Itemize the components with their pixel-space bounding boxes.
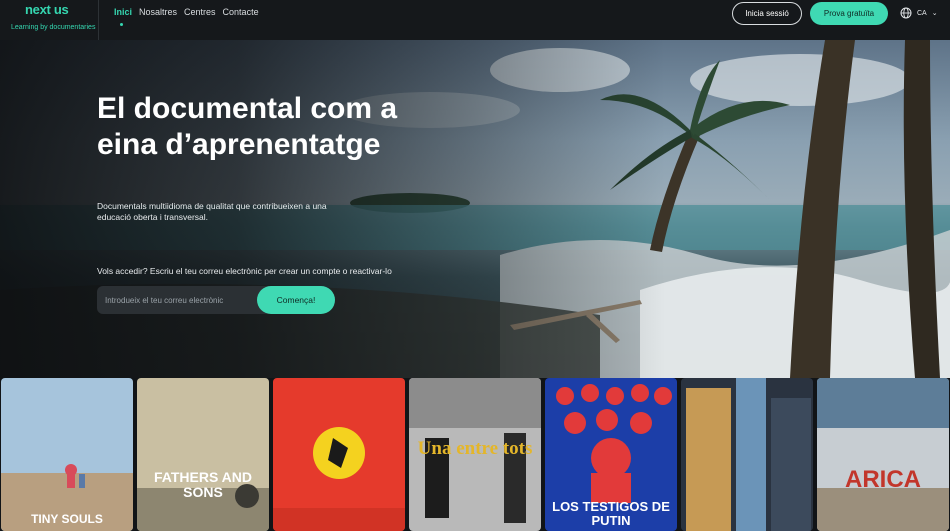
poster-title: Una entre tots xyxy=(417,438,533,459)
poster-una-entre-tots[interactable]: Una entre tots xyxy=(409,378,541,531)
menu-item-inici[interactable]: Inici xyxy=(114,7,132,17)
poster-art xyxy=(137,378,269,531)
language-code: CA xyxy=(917,9,927,17)
poster-art xyxy=(273,378,405,531)
nav-divider xyxy=(98,0,99,40)
poster-arica[interactable]: ARICA xyxy=(817,378,949,531)
login-button[interactable]: Inicia sessió xyxy=(732,2,802,25)
poster-title: ARICA xyxy=(845,466,921,493)
brand-tagline: Learning by documentaries xyxy=(11,24,96,31)
start-button[interactable]: Comença! xyxy=(257,286,335,314)
menu-item-nosaltres[interactable]: Nosaltres xyxy=(139,7,177,17)
poster-title: LOS TESTIGOS DE PUTIN xyxy=(552,499,670,528)
poster-title: TINY SOULS xyxy=(31,512,103,526)
top-navigation: next us Learning by documentaries Inici … xyxy=(0,0,950,40)
chevron-down-icon: ⌄ xyxy=(931,10,938,17)
active-indicator xyxy=(120,23,123,26)
signup-prompt: Vols accedir? Escriu el teu correu elect… xyxy=(97,266,392,276)
poster-art xyxy=(681,378,813,531)
brand-name: next us xyxy=(25,2,69,17)
poster-fathers-and-sons[interactable]: FATHERS AND SONS xyxy=(137,378,269,531)
poster-title: FATHERS AND SONS xyxy=(154,469,252,500)
documentary-carousel: TINY SOULS FATHERS AND SONS Una entre to… xyxy=(0,378,950,531)
menu-item-contacte[interactable]: Contacte xyxy=(223,7,259,17)
hero-section: El documental com a eina d’aprenentatge … xyxy=(0,40,950,378)
hero-subtitle: Documentals multiidioma de qualitat que … xyxy=(97,201,327,222)
hero-title: El documental com a eina d’aprenentatge xyxy=(97,92,398,161)
globe-icon xyxy=(900,7,912,19)
free-trial-button[interactable]: Prova gratuïta xyxy=(810,2,888,25)
brand-logo[interactable]: next us Learning by documentaries xyxy=(11,2,95,36)
language-selector[interactable]: CA ⌄ xyxy=(900,7,938,19)
poster-art xyxy=(817,378,949,531)
menu-item-centres[interactable]: Centres xyxy=(184,7,216,17)
poster-los-testigos-de-putin[interactable]: LOS TESTIGOS DE PUTIN xyxy=(545,378,677,531)
poster-city-towers[interactable] xyxy=(681,378,813,531)
poster-red-sun[interactable] xyxy=(273,378,405,531)
poster-tiny-souls[interactable]: TINY SOULS xyxy=(1,378,133,531)
poster-art xyxy=(1,378,133,531)
main-menu: Inici Nosaltres Centres Contacte xyxy=(114,7,259,17)
